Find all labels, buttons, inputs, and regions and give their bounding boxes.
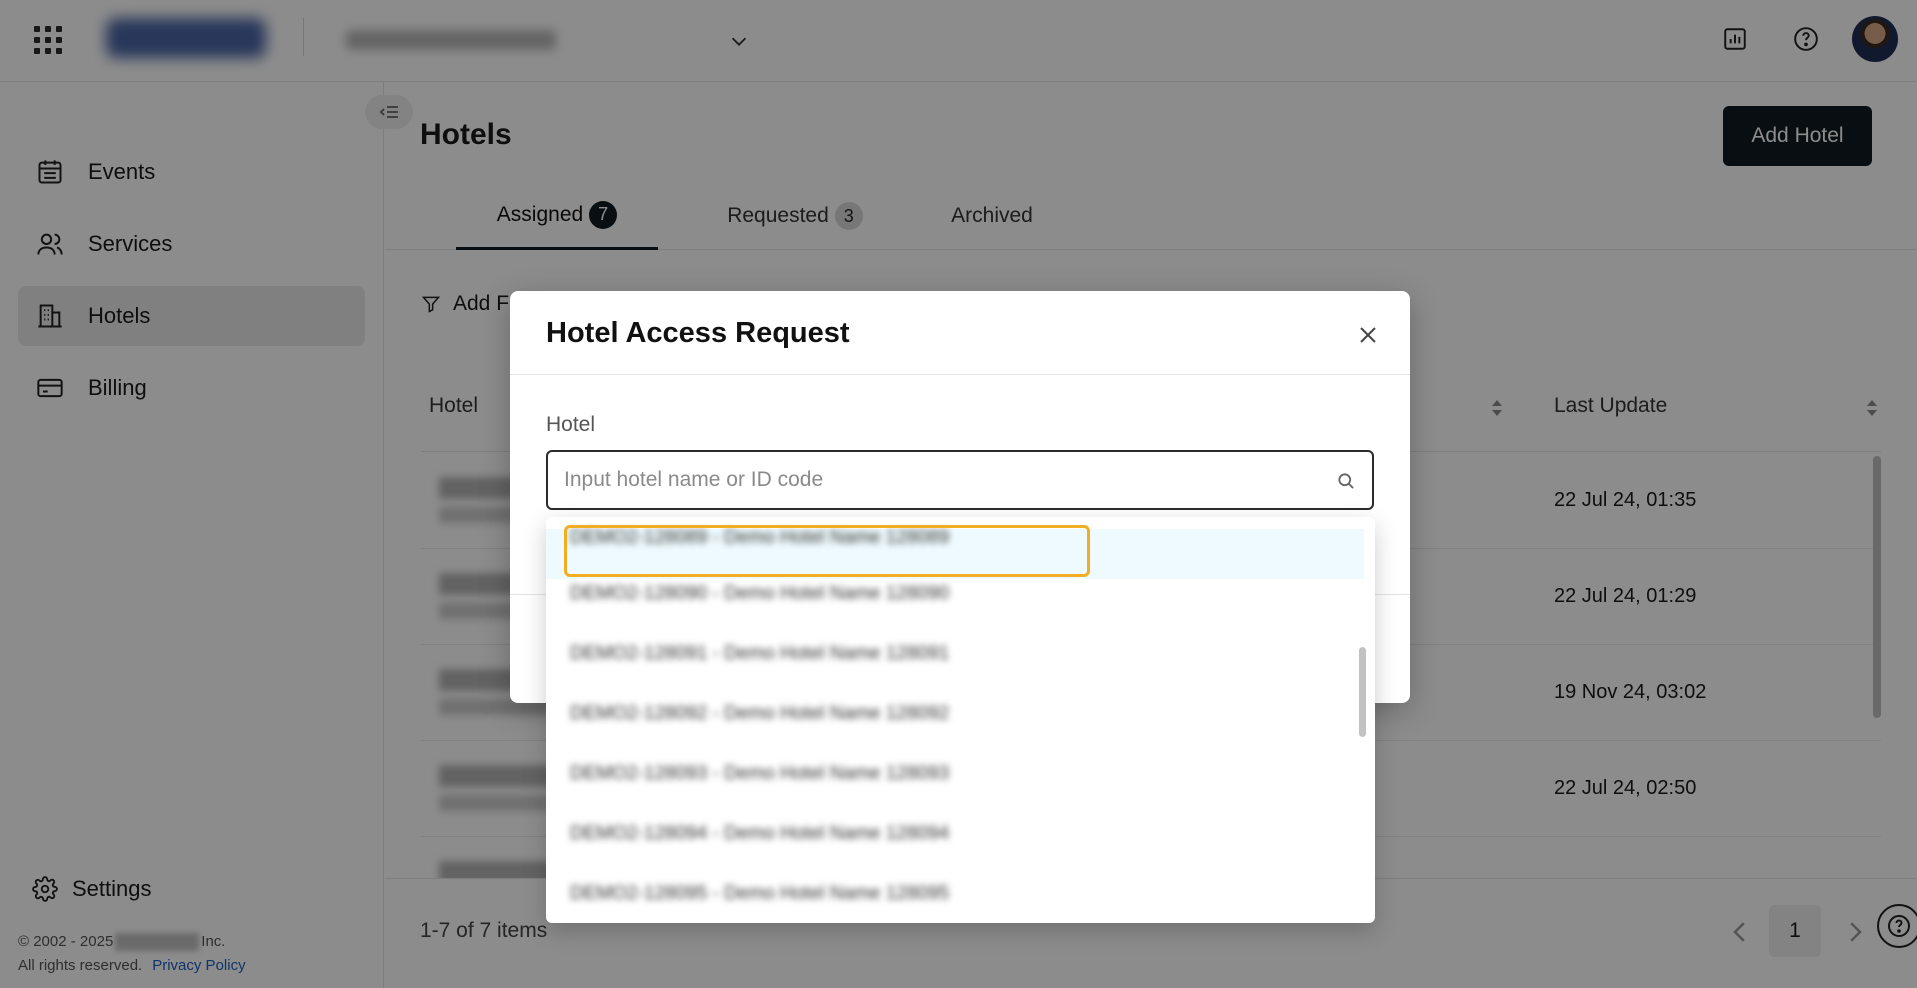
option-label: DEMO2-128090 - Demo Hotel Name 128090 — [570, 583, 950, 604]
option-label: DEMO2-128092 - Demo Hotel Name 128092 — [570, 703, 950, 724]
option-label: DEMO2-128091 - Demo Hotel Name 128091 — [570, 643, 950, 664]
hotel-options-dropdown: DEMO2-128089 - Demo Hotel Name 128089 DE… — [546, 517, 1375, 923]
dropdown-option[interactable]: DEMO2-128092 - Demo Hotel Name 128092 — [546, 693, 1364, 743]
option-label: DEMO2-128095 - Demo Hotel Name 128095 — [570, 883, 950, 904]
dropdown-option[interactable]: DEMO2-128093 - Demo Hotel Name 128093 — [546, 753, 1364, 803]
option-label: DEMO2-128094 - Demo Hotel Name 128094 — [570, 823, 950, 844]
dropdown-option[interactable]: DEMO2-128094 - Demo Hotel Name 128094 — [546, 813, 1364, 863]
dropdown-option[interactable]: DEMO2-128095 - Demo Hotel Name 128095 — [546, 873, 1364, 923]
dropdown-option[interactable]: DEMO2-128091 - Demo Hotel Name 128091 — [546, 633, 1364, 683]
hotel-search-input[interactable] — [546, 450, 1374, 510]
dropdown-option[interactable]: DEMO2-128090 - Demo Hotel Name 128090 — [546, 573, 1364, 623]
search-icon — [1338, 473, 1354, 489]
close-icon[interactable] — [1356, 323, 1380, 347]
highlighted-option-outline — [564, 525, 1090, 577]
hotel-field-label: Hotel — [546, 413, 596, 436]
dropdown-scrollbar[interactable] — [1359, 647, 1366, 737]
modal-divider — [510, 374, 1410, 375]
option-label: DEMO2-128093 - Demo Hotel Name 128093 — [570, 763, 950, 784]
modal-title: Hotel Access Request — [546, 317, 850, 349]
